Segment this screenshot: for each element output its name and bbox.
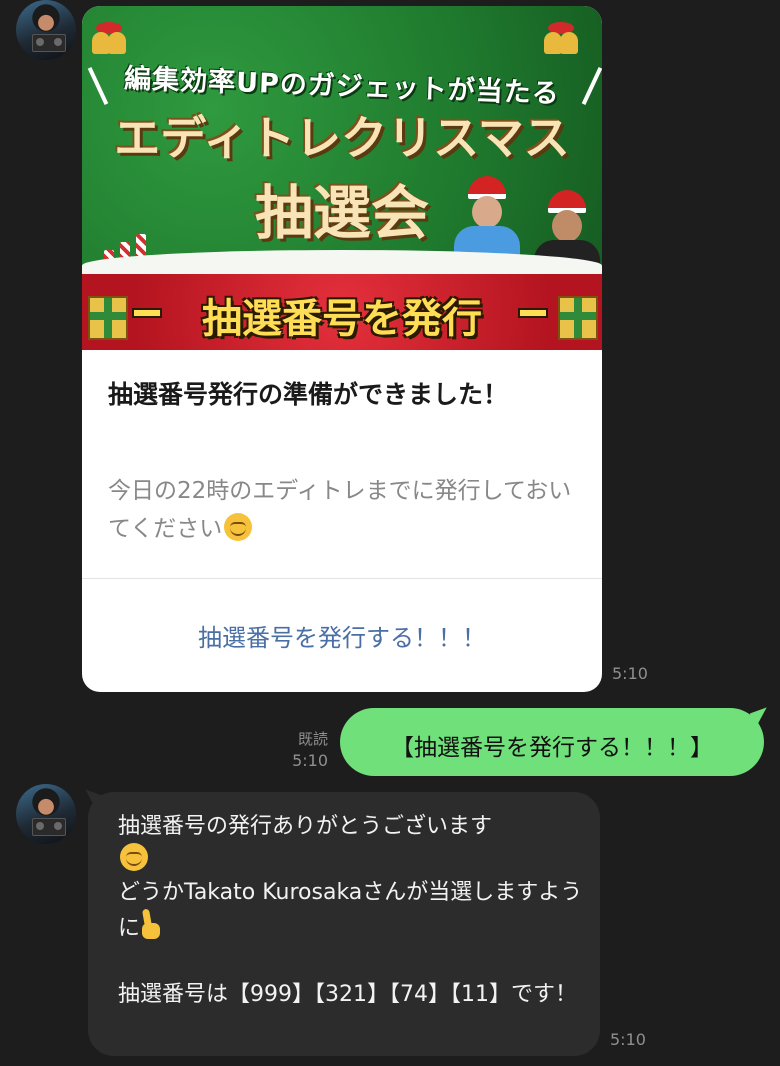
rich-message-card[interactable]: 編集効率UPのガジェットが当たる エディトレクリスマス 抽選会 抽選番号を発行 … [82, 6, 602, 692]
user-name: Takato Kurosaka [184, 880, 363, 905]
smile-emoji-icon [120, 843, 148, 871]
banner-title: エディトレクリスマス [114, 111, 570, 165]
incoming-message-bubble[interactable]: 抽選番号の発行ありがとうございます どうかTakato Kurosakaさんが当… [88, 792, 600, 1056]
card-description: 今日の22時のエディトレまでに発行しておいてください [108, 478, 572, 542]
divider [82, 578, 602, 579]
crossed-fingers-emoji-icon [140, 909, 162, 941]
bell-icon [88, 22, 130, 58]
outgoing-message-bubble[interactable]: 【抽選番号を発行する！！！】 [340, 708, 764, 776]
smile-emoji-icon [224, 513, 253, 541]
campaign-banner-image[interactable]: 編集効率UPのガジェットが当たる エディトレクリスマス 抽選会 抽選番号を発行 [82, 6, 602, 350]
sender-avatar[interactable] [16, 0, 76, 60]
incoming-message-text: 抽選番号の発行ありがとうございます どうかTakato Kurosakaさんが当… [118, 814, 583, 1007]
dj-deck-icon [32, 818, 66, 836]
banner-title-2: 抽選会 [254, 179, 429, 247]
read-label: 既読 [297, 730, 328, 748]
timestamp: 5:10 [610, 1030, 646, 1049]
ribbon-banner: 抽選番号を発行 [82, 274, 602, 350]
card-headline: 抽選番号発行の準備ができました！ [108, 380, 509, 409]
timestamp: 5:10 [612, 664, 648, 683]
outgoing-message-text: 【抽選番号を発行する！！！】 [391, 735, 713, 761]
issue-number-button[interactable]: 抽選番号を発行する！！！ [82, 618, 602, 653]
bell-icon [540, 22, 582, 58]
dj-deck-icon [32, 34, 66, 52]
sender-avatar[interactable] [16, 784, 76, 844]
snow-decor [82, 250, 602, 276]
read-receipt: 既読 5:10 [290, 728, 328, 770]
gift-icon [558, 296, 598, 340]
timestamp: 5:10 [292, 751, 328, 770]
